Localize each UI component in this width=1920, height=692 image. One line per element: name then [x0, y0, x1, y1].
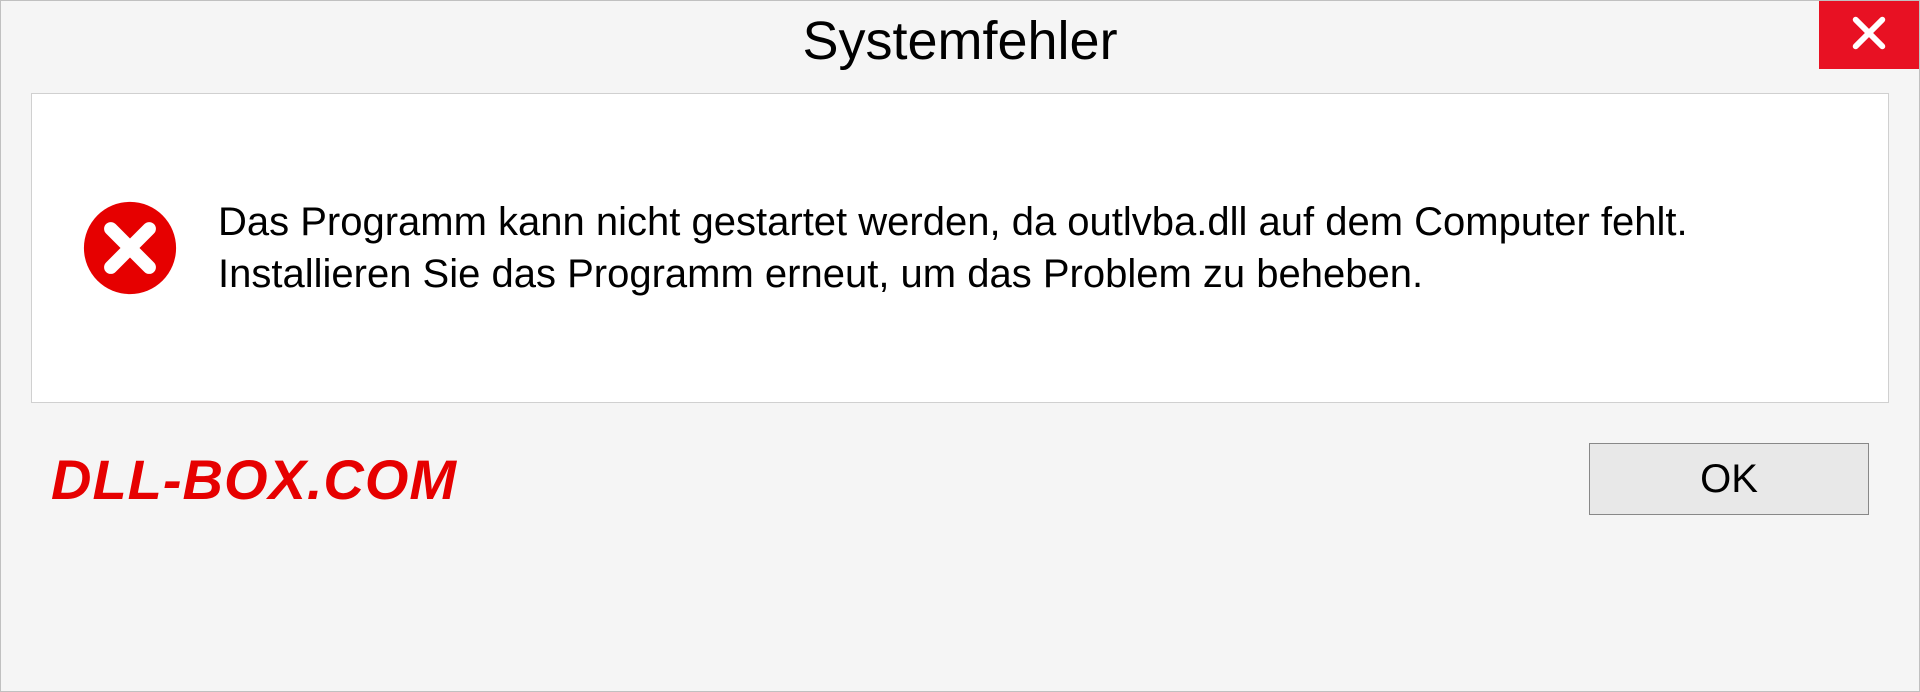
watermark-text: DLL-BOX.COM [51, 447, 457, 512]
titlebar: Systemfehler [1, 1, 1919, 81]
error-message: Das Programm kann nicht gestartet werden… [218, 196, 1838, 300]
error-dialog: Systemfehler Das Programm kann nicht ges… [0, 0, 1920, 692]
error-icon [82, 200, 178, 296]
footer: DLL-BOX.COM OK [1, 403, 1919, 545]
content-area: Das Programm kann nicht gestartet werden… [31, 93, 1889, 403]
dialog-title: Systemfehler [802, 10, 1117, 72]
close-icon [1849, 13, 1889, 58]
ok-button[interactable]: OK [1589, 443, 1869, 515]
close-button[interactable] [1819, 1, 1919, 69]
